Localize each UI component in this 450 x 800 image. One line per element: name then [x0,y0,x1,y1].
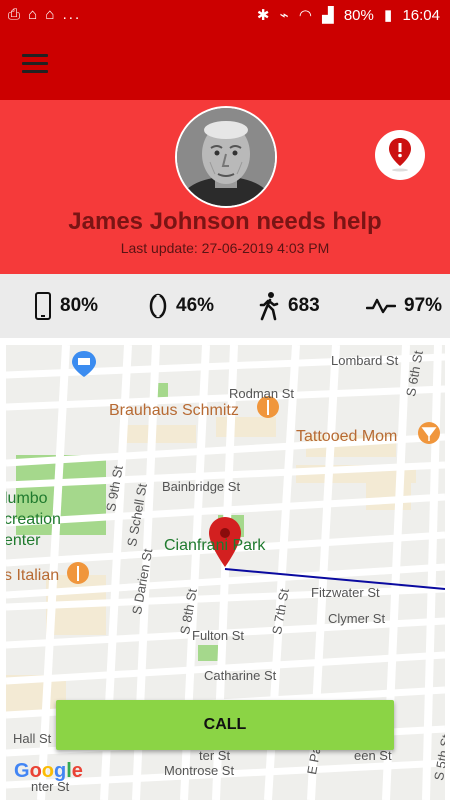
street-label: Catharine St [204,668,277,683]
poi-label: Tattooed Mom [296,428,398,445]
poi-label: lumbo [6,490,48,507]
street-label: Fulton St [192,628,245,643]
street-label: Bainbridge St [162,479,241,494]
notification-icons: ⎙ ⌂ ⌂ ... [8,6,82,23]
battery-text: 80% [343,7,374,24]
steps-stat: 683 [258,274,320,338]
street-label: ter St [199,748,231,763]
watch-battery-stat: 46% [148,274,214,338]
menu-icon[interactable] [22,54,48,74]
street-label: Hall St [13,731,52,746]
page-title: James Johnson needs help [68,208,382,235]
vibrate-icon: ⌁ [279,7,289,24]
bluetooth-icon: ✱ [256,7,270,24]
watch-battery-value: 46% [176,295,215,316]
signal-icon: ▟ [322,7,334,24]
street-label: Lombard St [331,353,399,368]
clock: 16:04 [402,7,440,24]
restaurant-pin-icon-2 [67,562,89,584]
steps-value: 683 [288,295,320,316]
status-bar: ⎙ ⌂ ⌂ ... ✱ ⌁ ◠ ▟ 80% ▮ 16:04 [0,0,450,34]
status-right: ✱ ⌁ ◠ ▟ 80% ▮ 16:04 [251,6,440,24]
call-button[interactable]: CALL [56,700,394,750]
walking-icon [259,292,279,321]
poi-label: Cianfrani Park [164,537,266,554]
avatar [175,106,277,208]
alert-pin-icon [389,138,411,172]
alert-header: James Johnson needs help Last update: 27… [0,100,450,274]
phone-battery-stat: 80% [34,274,98,338]
stats-bar: 80% 46% 683 97% [0,274,450,338]
poi-label: Brauhaus Schmitz [109,402,239,419]
poi-label: creation [6,511,61,528]
heart-stat: 97% [366,274,442,338]
pulse-icon [366,298,396,314]
battery-icon: ▮ [384,7,393,24]
poi-label: s Italian [6,567,60,584]
watch-icon [149,293,167,319]
poi-label: enter [6,532,41,549]
street-label: Montrose St [164,763,235,778]
street-label: Rodman St [229,386,295,401]
phone-battery-value: 80% [60,295,99,316]
alert-button[interactable] [375,130,425,180]
street-label: Clymer St [328,611,386,626]
street-label: een St [354,748,392,763]
app-bar [0,34,450,100]
google-logo: Google [14,760,83,782]
last-update-text: Last update: 27-06-2019 4:03 PM [120,240,330,256]
heart-value: 97% [404,295,443,316]
bar-pin-icon [418,422,440,444]
wifi-icon: ◠ [298,7,312,24]
phone-icon [35,292,51,320]
street-label: Fitzwater St [311,585,380,600]
